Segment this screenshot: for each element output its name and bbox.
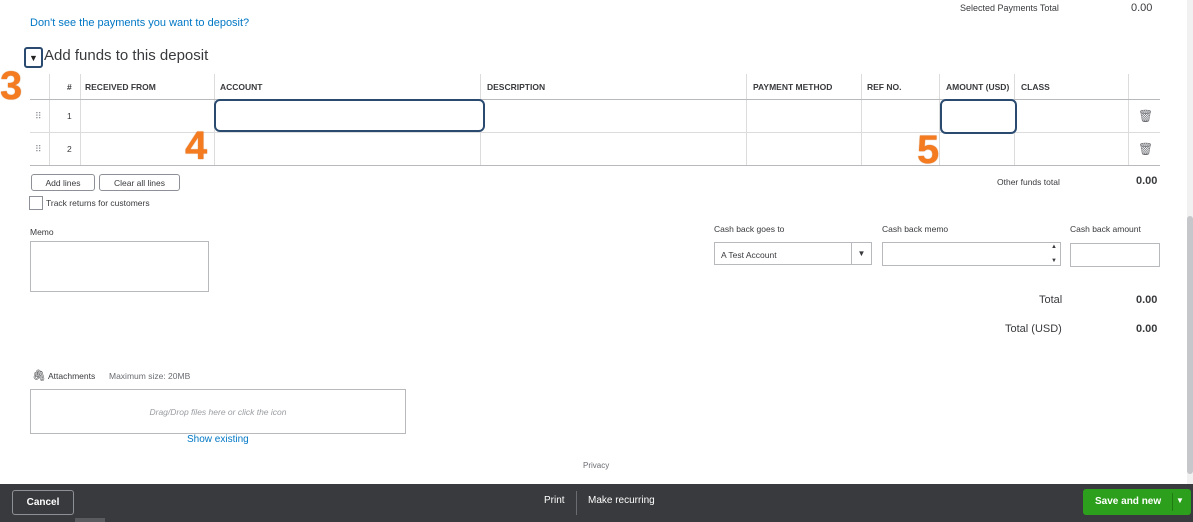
column-header-amount: AMOUNT (USD): [946, 82, 1010, 92]
add-lines-button[interactable]: Add lines: [31, 174, 95, 191]
selected-payments-total-label: Selected Payments Total: [960, 3, 1059, 13]
col-divider: [861, 74, 862, 99]
save-and-new-button[interactable]: Save and new ▼: [1083, 489, 1191, 515]
col-divider: [861, 100, 862, 132]
footer-divider: [576, 491, 577, 515]
column-header-payment-method: PAYMENT METHOD: [753, 82, 833, 92]
col-divider: [480, 133, 481, 165]
col-divider: [1128, 133, 1129, 165]
cash-back-memo-input[interactable]: ▲ ▼: [882, 242, 1061, 266]
callout-number: 3: [0, 64, 23, 108]
split-divider: [1172, 493, 1173, 511]
col-divider: [1014, 74, 1015, 99]
footer-bar: Cancel Print Make recurring Save and new…: [0, 484, 1193, 522]
col-divider: [1128, 100, 1129, 132]
account-input[interactable]: [214, 99, 485, 132]
total-usd-label: Total (USD): [1005, 323, 1062, 335]
drag-handle-icon[interactable]: ⠿: [35, 144, 42, 155]
cash-back-memo-label: Cash back memo: [882, 224, 949, 234]
caret-down-icon[interactable]: ▼: [1176, 496, 1184, 505]
col-divider: [480, 74, 481, 99]
callout-number: 4: [185, 124, 208, 168]
paperclip-icon[interactable]: 🖇: [32, 369, 46, 382]
cash-back-account-value: A Test Account: [721, 250, 777, 260]
col-divider: [746, 100, 747, 132]
other-funds-total-value: 0.00: [1136, 175, 1158, 187]
save-and-new-label: Save and new: [1095, 496, 1162, 507]
caret-down-icon[interactable]: ▼: [851, 243, 871, 264]
memo-textarea[interactable]: [30, 241, 209, 292]
max-size-note: Maximum size: 20MB: [109, 371, 191, 381]
total-value: 0.00: [1136, 294, 1158, 306]
track-returns-label: Track returns for customers: [46, 198, 150, 208]
print-button[interactable]: Print: [544, 495, 565, 506]
column-header-number: #: [67, 82, 72, 92]
cash-back-amount-label: Cash back amount: [1070, 224, 1141, 234]
clear-all-lines-button[interactable]: Clear all lines: [99, 174, 180, 191]
table-header: # RECEIVED FROM ACCOUNT DESCRIPTION PAYM…: [30, 74, 1160, 100]
column-header-description: DESCRIPTION: [487, 82, 546, 92]
col-divider: [1128, 74, 1129, 99]
cancel-button[interactable]: Cancel: [12, 490, 74, 515]
column-header-received-from: RECEIVED FROM: [85, 82, 156, 92]
trash-icon[interactable]: 🗑: [1138, 109, 1153, 123]
col-divider: [214, 74, 215, 99]
make-recurring-button[interactable]: Make recurring: [588, 495, 655, 506]
callout-number: 5: [917, 128, 940, 172]
column-header-ref-no: REF NO.: [867, 82, 902, 92]
memo-label: Memo: [30, 227, 54, 237]
scrollbar-thumb[interactable]: [1187, 216, 1193, 474]
track-returns-checkbox[interactable]: [29, 196, 43, 210]
cash-back-amount-input[interactable]: [1070, 243, 1160, 267]
col-divider: [80, 74, 81, 99]
spinner-icon[interactable]: ▲ ▼: [1049, 244, 1059, 264]
amount-input[interactable]: [940, 99, 1017, 134]
cash-back-account-select[interactable]: A Test Account ▼: [714, 242, 872, 265]
show-existing-link[interactable]: Show existing: [187, 434, 249, 445]
col-divider: [861, 133, 862, 165]
row-number: 1: [67, 111, 72, 121]
add-funds-section-title: Add funds to this deposit: [44, 47, 209, 64]
total-usd-value: 0.00: [1136, 323, 1158, 335]
footer-indicator: [75, 518, 105, 522]
column-header-account: ACCOUNT: [220, 82, 263, 92]
total-label: Total: [1039, 294, 1063, 306]
col-divider: [49, 100, 50, 132]
row-number: 2: [67, 144, 72, 154]
other-funds-total-label: Other funds total: [997, 177, 1060, 187]
attachment-dropzone[interactable]: Drag/Drop files here or click the icon: [30, 389, 406, 434]
col-divider: [746, 74, 747, 99]
privacy-link[interactable]: Privacy: [583, 461, 609, 470]
deposit-page: Don't see the payments you want to depos…: [0, 0, 1193, 522]
dropzone-hint: Drag/Drop files here or click the icon: [149, 406, 287, 417]
triangle-down-icon[interactable]: ▼: [24, 47, 43, 68]
col-divider: [80, 100, 81, 132]
cash-back-goes-to-label: Cash back goes to: [714, 224, 785, 234]
col-divider: [49, 133, 50, 165]
selected-payments-total-value: 0.00: [1131, 2, 1153, 14]
column-header-class: CLASS: [1021, 82, 1050, 92]
col-divider: [214, 133, 215, 165]
trash-icon[interactable]: 🗑: [1138, 142, 1153, 156]
drag-handle-icon[interactable]: ⠿: [35, 111, 42, 122]
col-divider: [80, 133, 81, 165]
col-divider: [49, 74, 50, 99]
attachments-header[interactable]: 🖇 Attachments: [32, 369, 95, 382]
payments-not-shown-link[interactable]: Don't see the payments you want to depos…: [30, 17, 249, 29]
col-divider: [1014, 133, 1015, 165]
attachments-label: Attachments: [47, 370, 96, 381]
col-divider: [939, 74, 940, 99]
col-divider: [746, 133, 747, 165]
